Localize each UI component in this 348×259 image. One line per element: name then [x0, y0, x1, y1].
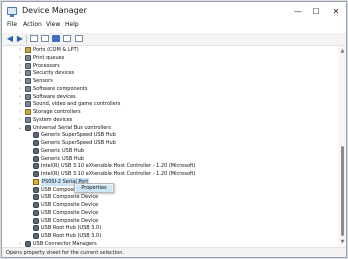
vertical-scrollbar[interactable]: ▲ ▼ — [338, 46, 346, 247]
maximize-button[interactable]: ☐ — [308, 5, 324, 19]
processor-icon — [25, 62, 31, 69]
menu-file[interactable]: File — [7, 21, 17, 28]
software-component-icon — [25, 85, 31, 92]
menu-help[interactable]: Help — [65, 21, 79, 28]
context-menu-properties[interactable]: Properties — [76, 185, 112, 192]
usb-device-icon — [33, 225, 39, 232]
status-bar: Opens property sheet for the current sel… — [2, 247, 346, 257]
toolbar-separator — [26, 35, 27, 43]
menu-action[interactable]: Action — [23, 21, 42, 28]
ports-icon — [25, 47, 31, 53]
window-title: Device Manager — [22, 6, 87, 15]
forward-icon[interactable]: ▶ — [16, 35, 24, 43]
scroll-down-icon[interactable]: ▼ — [338, 238, 346, 246]
expand-chevron-icon[interactable]: › — [17, 240, 23, 247]
usb-device-icon — [33, 186, 39, 193]
usb-device-icon — [33, 217, 39, 224]
update-driver-icon[interactable] — [63, 35, 71, 42]
usb-device-icon — [33, 140, 39, 146]
usb-device-icon — [33, 202, 39, 208]
tree-item-label: USB Connector Managers — [33, 240, 97, 247]
context-menu: Properties — [74, 183, 114, 193]
software-device-icon — [25, 93, 31, 100]
scan-hardware-icon[interactable] — [75, 35, 83, 42]
sensor-icon — [25, 78, 31, 84]
title-bar[interactable]: Device Manager — ☐ ✕ — [2, 2, 346, 22]
tree-category[interactable]: › USB Connector Managers — [2, 240, 338, 247]
menu-bar: File Action View Help — [2, 20, 346, 32]
device-manager-window: Device Manager — ☐ ✕ File Action View He… — [1, 1, 347, 258]
storage-icon — [25, 109, 31, 115]
device-manager-icon — [7, 7, 17, 17]
device-tree[interactable]: › Ports (COM & LPT) › Print queues › Processo… — [2, 46, 338, 247]
help-icon[interactable] — [52, 35, 60, 42]
back-icon[interactable]: ◀ — [6, 35, 14, 43]
minimize-button[interactable]: — — [290, 5, 306, 19]
menu-view[interactable]: View — [46, 21, 60, 28]
scroll-thumb[interactable] — [341, 146, 344, 236]
usb-device-icon — [33, 147, 39, 154]
usb-device-icon — [33, 163, 39, 170]
close-button[interactable]: ✕ — [328, 5, 344, 19]
usb-device-icon — [33, 194, 39, 201]
properties-icon[interactable] — [30, 35, 38, 42]
usb-device-icon — [33, 233, 39, 239]
usb-icon — [25, 124, 31, 131]
usb-device-icon — [33, 155, 39, 162]
usb-device-icon — [33, 209, 39, 216]
security-icon — [25, 70, 31, 77]
list-icon[interactable] — [41, 35, 49, 42]
usb-connector-icon — [25, 240, 31, 247]
scroll-up-icon[interactable]: ▲ — [338, 47, 346, 55]
usb-device-icon — [33, 132, 39, 139]
usb-device-icon — [33, 171, 39, 177]
status-text: Opens property sheet for the current sel… — [6, 250, 124, 256]
system-icon — [25, 116, 31, 123]
printer-icon — [25, 54, 31, 61]
warning-device-icon — [33, 178, 39, 185]
toolbar: ◀ ▶ — [2, 33, 346, 46]
sound-icon — [25, 101, 31, 108]
